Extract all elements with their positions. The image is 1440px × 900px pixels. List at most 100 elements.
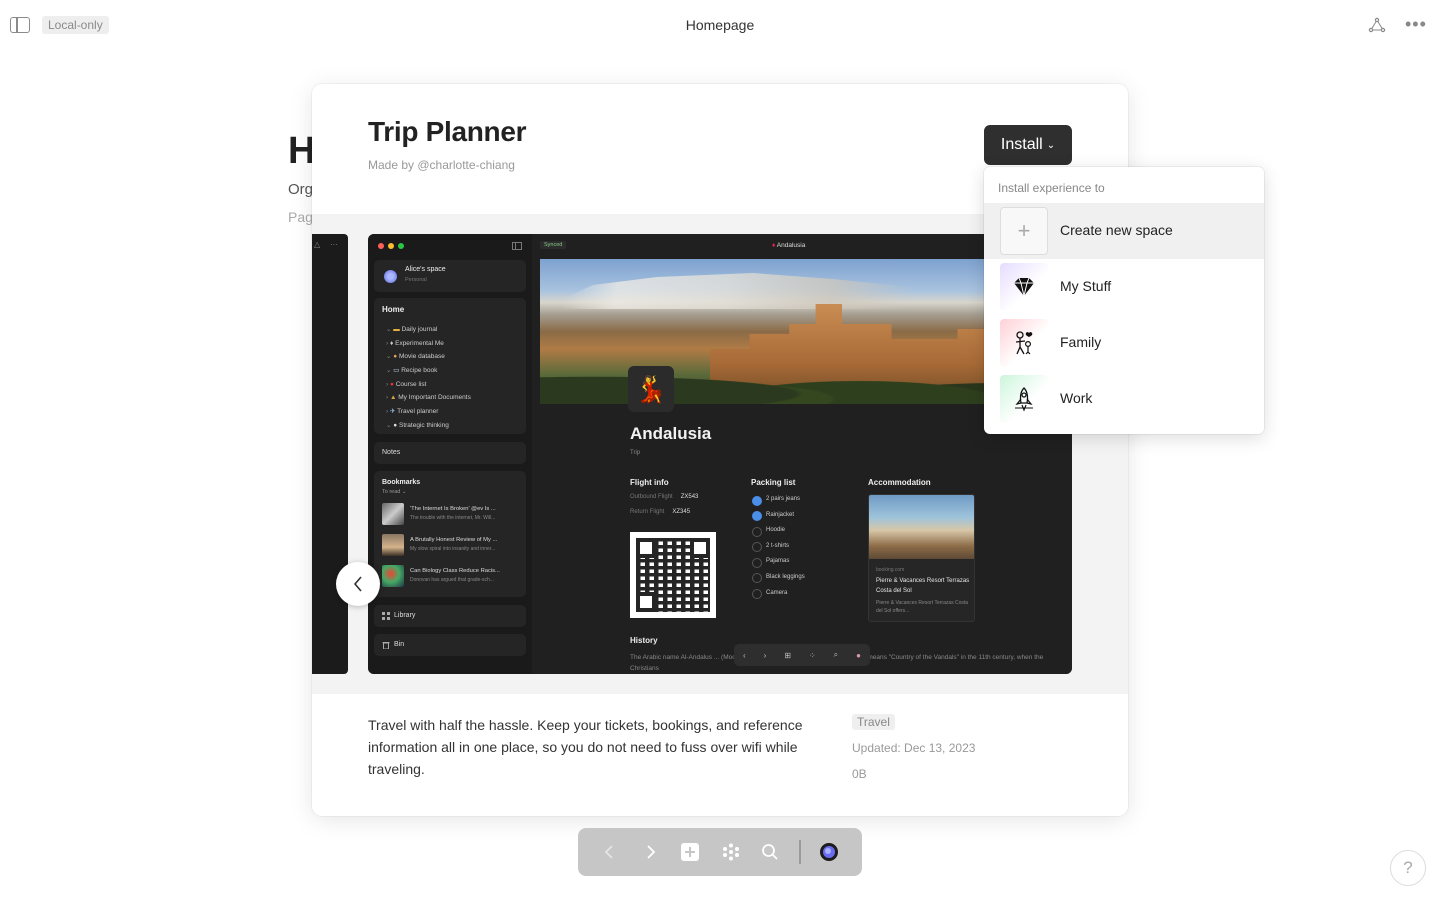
top-bar: Local-only Homepage ••• [0,0,1440,52]
graph-button[interactable] [719,840,743,864]
space-kind: Personal [405,277,427,283]
checklist-item: 2 t-shirts [752,539,805,555]
install-destination-menu: Install experience to + Create new space… [984,167,1264,434]
trash-icon [382,642,390,649]
plus-icon: ⊞ [784,650,791,660]
list-item: › ▲ My Important Documents [386,394,471,402]
more-options-icon[interactable]: ••• [1405,15,1427,33]
menu-item-label: Create new space [1060,222,1173,238]
list-item: › ♦ Experimental Me [386,339,444,347]
bookmark-title: 'The Internet Is Broken' @ev Is ... [410,506,496,512]
checklist-item: Rainjacket [752,508,805,524]
list-item: A Brutally Honest Review of My ... My sl… [382,534,522,558]
checklist-item: Hoodie [752,523,805,539]
accommodation-source: booking.com [876,567,905,573]
bookmark-thumbnail [382,565,404,587]
dots-grid-icon: ⁘ [808,650,816,660]
packing-heading: Packing list [751,478,796,487]
checklist-item: Pajamas [752,554,805,570]
chevron-left-icon [353,576,362,592]
return-flight: Return Flight XZ345 [630,509,691,515]
list-item: › ✈ Travel planner [386,408,439,416]
page-title: Homepage [685,17,755,33]
list-item: ⌄ ● Strategic thinking [386,421,449,429]
menu-item-my-stuff[interactable]: My Stuff [984,259,1264,315]
dots-grid-icon [723,843,739,861]
accommodation-description: Pierre & Vacances Resort Terrazas Costa … [876,600,969,614]
chevron-left-icon: ‹ [742,650,746,660]
bottom-toolbar [578,828,862,876]
bookmark-snippet: Donovan has argued that grade-sch... [410,577,494,583]
home-section: Home ⌄ ▬ Daily journal › ♦ Experimental … [374,298,526,434]
synced-badge: Synced [540,241,567,249]
list-item: ⌄ ▭ Recipe book [386,367,438,375]
accommodation-heading: Accommodation [868,478,931,487]
search-button[interactable] [758,840,782,864]
library-section: Library [374,605,526,627]
experience-size: 0B [852,767,867,781]
window-controls [378,243,404,249]
bin-section: Bin [374,634,526,656]
bookmark-snippet: The trouble with the internet, Mr. Will.… [410,515,496,521]
previous-slide-peek: △ ··· [312,234,348,674]
back-button[interactable] [597,840,621,864]
checklist-item: 2 pairs jeans [752,492,805,508]
bin-label: Bin [394,641,405,648]
notes-section: Notes [374,442,526,464]
experience-title: Trip Planner [368,116,527,147]
diamond-icon [1000,263,1048,311]
chevron-left-icon [604,845,613,859]
peers-icon[interactable] [1368,17,1386,33]
home-list: ⌄ ▬ Daily journal › ♦ Experimental Me ⌄ … [386,323,471,433]
list-item: Can Biology Class Reduce Racis... Donova… [382,565,522,589]
home-label: Home [382,305,405,314]
checklist-item: Black leggings [752,570,805,586]
flight-heading: Flight info [630,478,669,487]
new-object-button[interactable] [678,840,702,864]
preview-page-type: Trip [630,450,641,456]
bookmark-thumbnail [382,503,404,525]
preview-sidebar: Alice's space Personal Home ⌄ ▬ Daily jo… [368,234,532,674]
more-options-icon: ··· [330,240,338,249]
menu-item-label: Family [1060,334,1102,350]
space-button[interactable] [817,840,841,864]
chevron-down-icon: ⌄ [1046,139,1056,151]
preview-screenshot: Alice's space Personal Home ⌄ ▬ Daily jo… [368,234,1072,674]
forward-button[interactable] [639,840,663,864]
library-label: Library [394,612,416,619]
install-button[interactable]: Install ⌄ [984,125,1072,165]
menu-item-family[interactable]: Family [984,315,1264,371]
menu-header: Install experience to [998,181,1105,195]
packing-list: 2 pairs jeans Rainjacket Hoodie 2 t-shir… [752,492,805,601]
bookmarks-label: Bookmarks [382,479,421,486]
space-avatar [384,270,397,283]
outbound-flight: Outbound Flight ZX543 [630,494,699,500]
accommodation-card: booking.com Pierre & Vacances Resort Ter… [868,494,975,622]
menu-item-work[interactable]: Work [984,371,1264,427]
search-icon: ⌕ [833,650,839,659]
list-item: ⌄ ● Movie database [386,353,445,361]
space-switcher: Alice's space Personal [374,260,526,292]
category-tag[interactable]: Travel [852,714,895,730]
bookmark-snippet: My slow spiral into insanity and inner..… [410,546,496,552]
menu-item-create-new-space[interactable]: + Create new space [984,203,1264,259]
bookmark-thumbnail [382,534,404,556]
bookmarks-section: Bookmarks To read ⌄ 'The Internet Is Bro… [374,471,526,597]
bookmark-title: A Brutally Honest Review of My ... [410,537,498,543]
avatar [820,843,838,861]
background-page-text-muted: Pag [288,209,313,225]
plus-icon: + [1000,207,1048,255]
family-icon [1000,319,1048,367]
help-button[interactable]: ? [1390,850,1426,886]
carousel-prev-button[interactable] [336,562,380,606]
list-item: › ● Course list [386,380,427,388]
space-name: Alice's space [405,266,446,273]
chevron-right-icon [647,845,656,859]
list-item: 'The Internet Is Broken' @ev Is ... The … [382,503,522,527]
search-icon [762,844,778,860]
preview-page-title: Andalusia [630,424,712,443]
avatar: ● [856,650,861,660]
peers-icon: △ [314,240,321,249]
list-item: ⌄ ▬ Daily journal [386,326,438,333]
toolbar-divider [799,840,801,864]
